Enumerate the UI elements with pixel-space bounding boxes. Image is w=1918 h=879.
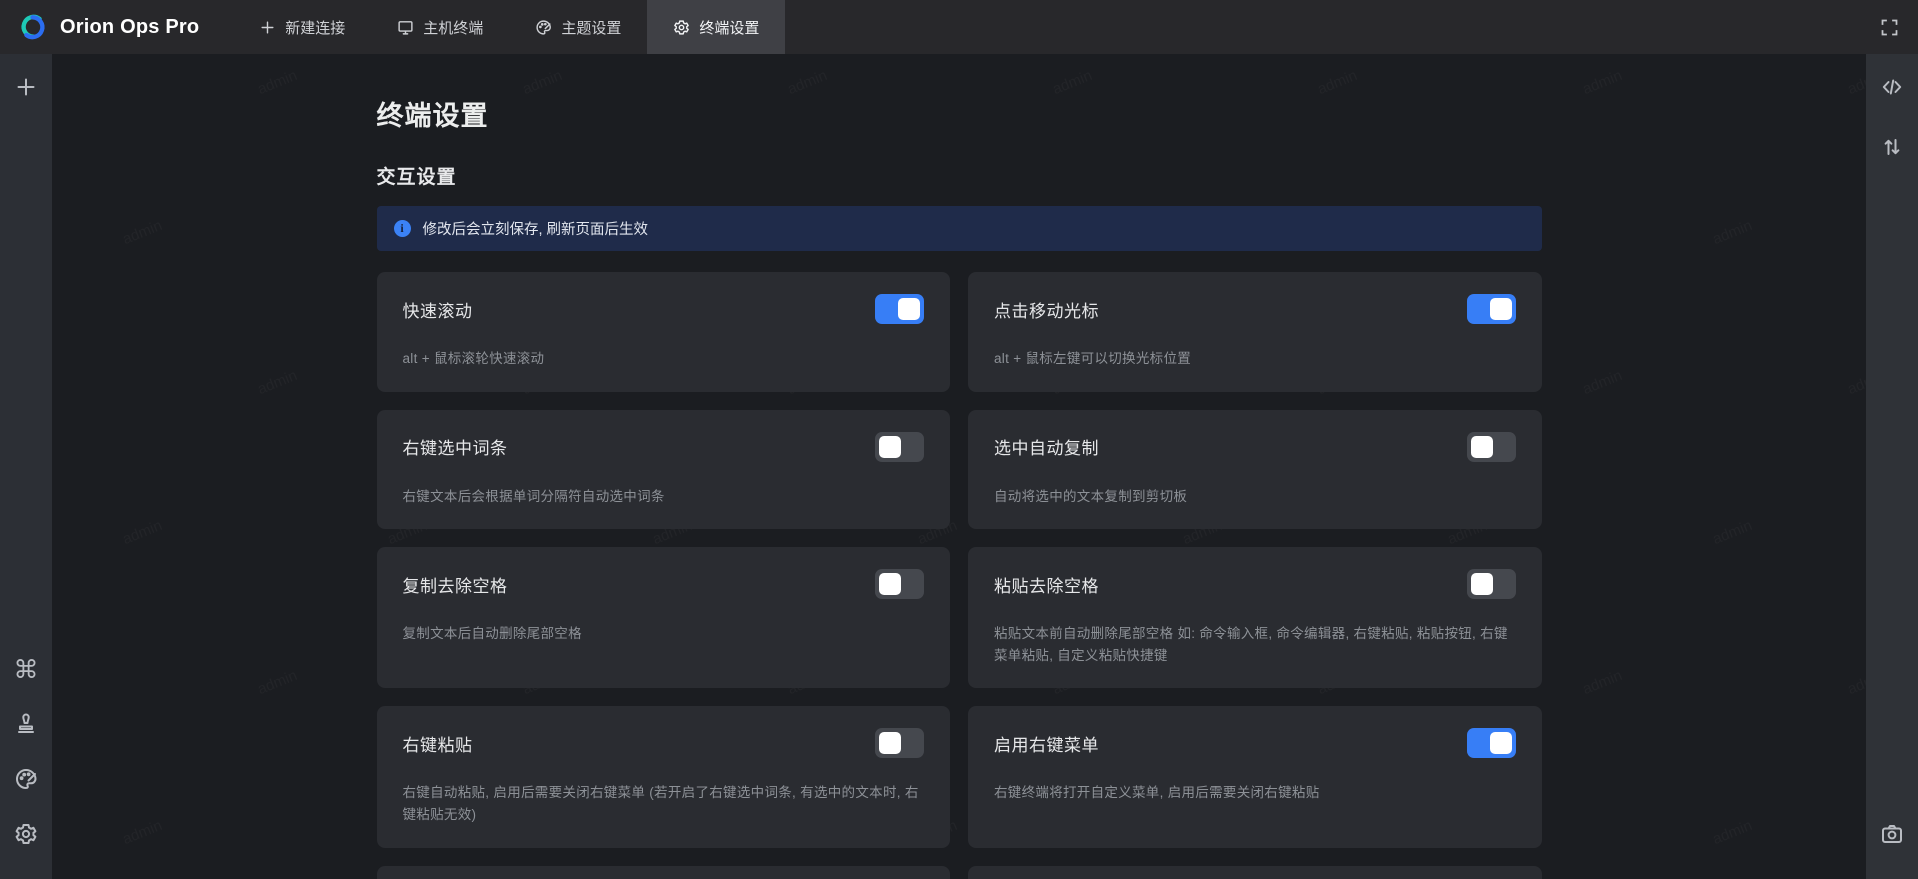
toggle-knob [879,436,901,458]
theme-button[interactable] [11,764,41,794]
info-alert: i 修改后会立刻保存, 刷新页面后生效 [377,206,1542,251]
setting-desc: 粘贴文本前自动删除尾部空格 如: 命令输入框, 命令编辑器, 右键粘贴, 粘贴按… [994,623,1516,666]
info-icon: i [394,220,411,237]
toggle-fast-scroll[interactable] [875,294,924,324]
stamp-icon [14,712,38,736]
toggle-knob [879,732,901,754]
toggle-copy-trim-space[interactable] [875,569,924,599]
gear-icon [673,19,690,36]
setting-desc: 复制文本后自动删除尾部空格 [403,623,925,645]
setting-desc: alt + 鼠标左键可以切换光标位置 [994,348,1516,370]
card-word-separator: 单词分隔符 [968,866,1542,879]
toggle-knob [1490,298,1512,320]
section-title: 交互设置 [377,162,1542,189]
transfer-button[interactable] [1877,132,1907,162]
camera-icon [1880,822,1904,846]
main-panel: adminadminadminadminadminadminadminadmin… [52,54,1866,879]
card-click-move-cursor: 点击移动光标 alt + 鼠标左键可以切换光标位置 [968,272,1542,392]
plus-icon [259,19,276,36]
setting-desc: alt + 鼠标滚轮快速滚动 [403,348,925,370]
brand: Orion Ops Pro [0,0,213,54]
app-logo-icon [16,10,50,44]
setting-desc: 自动将选中的文本复制到剪切板 [994,486,1516,508]
seal-button[interactable] [11,709,41,739]
command-snippets-button[interactable]: ⌘ [11,654,41,684]
code-icon [1880,75,1904,99]
info-alert-text: 修改后会立刻保存, 刷新页面后生效 [423,218,649,239]
card-bell: 启用响铃 系统接收到\a时发出响铃(一般不用开启) [377,866,951,879]
toggle-click-move-cursor[interactable] [1467,294,1516,324]
card-fast-scroll: 快速滚动 alt + 鼠标滚轮快速滚动 [377,272,951,392]
top-bar: Orion Ops Pro 新建连接 主机终端 主题设置 终端设置 [0,0,1918,54]
palette-icon [535,19,552,36]
card-right-click-select-word: 右键选中词条 右键文本后会根据单词分隔符自动选中词条 [377,410,951,530]
card-select-auto-copy: 选中自动复制 自动将选中的文本复制到剪切板 [968,410,1542,530]
card-context-menu: 启用右键菜单 右键终端将打开自定义菜单, 启用后需要关闭右键粘贴 [968,706,1542,847]
code-view-button[interactable] [1877,72,1907,102]
setting-title: 复制去除空格 [403,572,508,597]
app-title: Orion Ops Pro [60,16,199,39]
palette-icon [14,767,38,791]
setting-desc: 右键终端将打开自定义菜单, 启用后需要关闭右键粘贴 [994,782,1516,804]
new-connection-button[interactable] [11,72,41,102]
command-icon: ⌘ [14,657,39,682]
gear-icon [14,822,38,846]
setting-title: 右键粘贴 [403,731,473,756]
swap-vertical-icon [1880,135,1904,159]
toggle-knob [879,573,901,595]
tab-new-connection[interactable]: 新建连接 [233,0,371,54]
top-nav-tabs: 新建连接 主机终端 主题设置 终端设置 [233,0,785,54]
setting-title: 启用右键菜单 [994,731,1099,756]
monitor-icon [397,19,414,36]
toggle-select-auto-copy[interactable] [1467,432,1516,462]
setting-title: 快速滚动 [403,297,473,322]
toggle-context-menu[interactable] [1467,728,1516,758]
setting-title: 粘贴去除空格 [994,572,1099,597]
fullscreen-icon[interactable] [1879,17,1900,38]
setting-title: 选中自动复制 [994,434,1099,459]
toggle-right-click-select-word[interactable] [875,432,924,462]
left-sidebar: ⌘ [0,54,52,879]
plus-icon [14,75,38,99]
screenshot-button[interactable] [1877,819,1907,849]
setting-title: 点击移动光标 [994,297,1099,322]
toggle-knob [1490,732,1512,754]
tab-theme-settings[interactable]: 主题设置 [509,0,647,54]
page-title: 终端设置 [377,94,1542,133]
toggle-knob [898,298,920,320]
card-copy-trim-space: 复制去除空格 复制文本后自动删除尾部空格 [377,547,951,688]
setting-desc: 右键文本后会根据单词分隔符自动选中词条 [403,486,925,508]
setting-title: 右键选中词条 [403,434,508,459]
toggle-paste-trim-space[interactable] [1467,569,1516,599]
tab-terminal-settings[interactable]: 终端设置 [647,0,785,54]
right-sidebar [1866,54,1918,879]
setting-desc: 右键自动粘贴, 启用后需要关闭右键菜单 (若开启了右键选中词条, 有选中的文本时… [403,782,925,825]
toggle-knob [1471,436,1493,458]
settings-grid: 快速滚动 alt + 鼠标滚轮快速滚动 点击移动光标 alt + 鼠标左键可以切… [377,272,1542,879]
card-paste-trim-space: 粘贴去除空格 粘贴文本前自动删除尾部空格 如: 命令输入框, 命令编辑器, 右键… [968,547,1542,688]
settings-button[interactable] [11,819,41,849]
toggle-knob [1471,573,1493,595]
toggle-right-click-paste[interactable] [875,728,924,758]
tab-host-terminal[interactable]: 主机终端 [371,0,509,54]
card-right-click-paste: 右键粘贴 右键自动粘贴, 启用后需要关闭右键菜单 (若开启了右键选中词条, 有选… [377,706,951,847]
